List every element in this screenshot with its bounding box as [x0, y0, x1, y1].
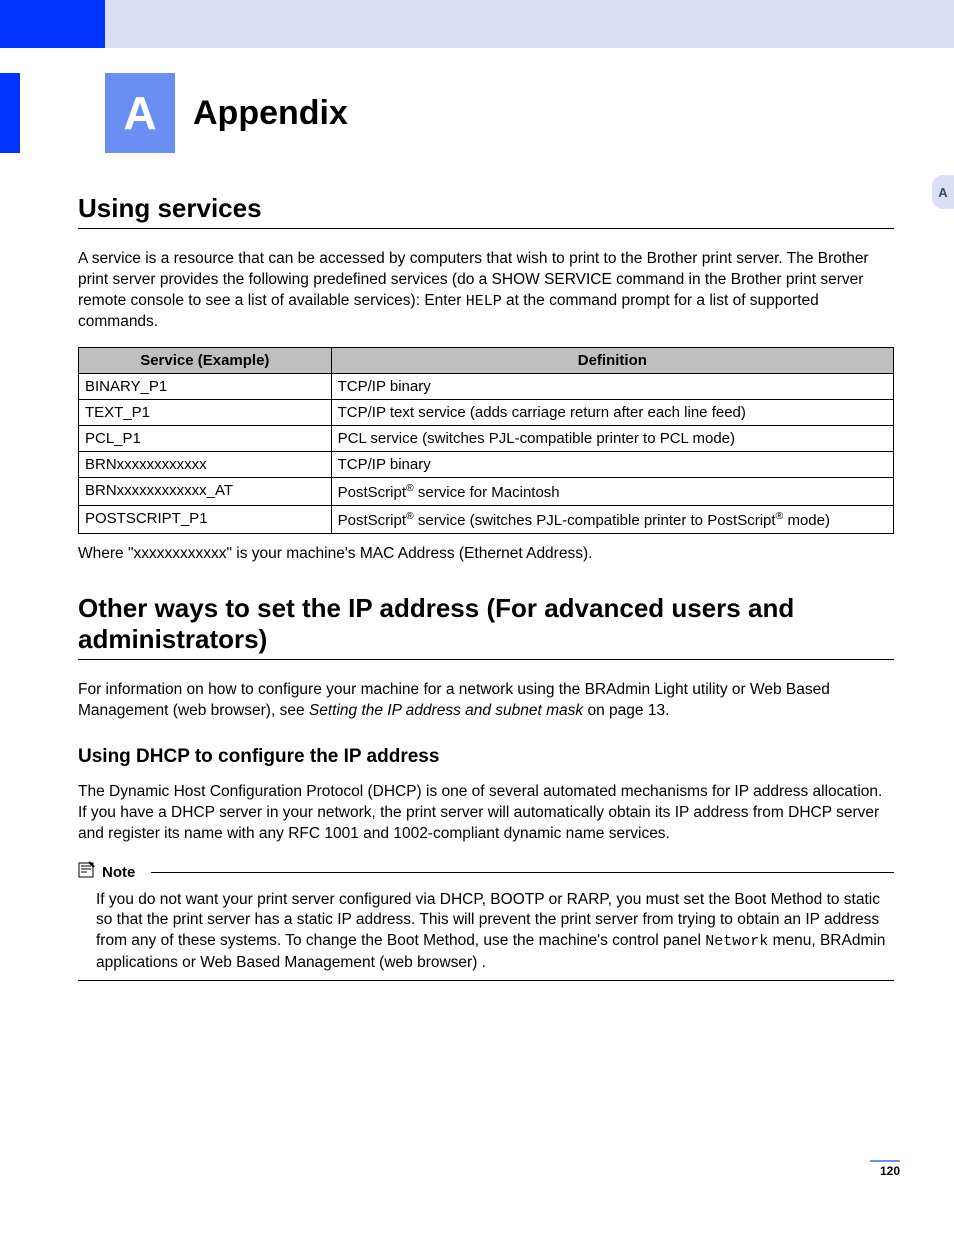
service-name-cell: POSTSCRIPT_P1: [79, 506, 332, 534]
table-row: TEXT_P1TCP/IP text service (adds carriag…: [79, 400, 894, 426]
services-table-body: BINARY_P1TCP/IP binaryTEXT_P1TCP/IP text…: [79, 374, 894, 534]
mac-address-footnote: Where "xxxxxxxxxxxx" is your machine's M…: [78, 544, 894, 565]
services-table: Service (Example) Definition BINARY_P1TC…: [78, 347, 894, 534]
note-icon: [78, 861, 96, 884]
services-intro-paragraph: A service is a resource that can be acce…: [78, 249, 894, 333]
service-definition-cell: TCP/IP text service (adds carriage retur…: [331, 400, 893, 426]
page-number: 120: [870, 1160, 900, 1178]
table-row: BRNxxxxxxxxxxxxTCP/IP binary: [79, 452, 894, 478]
top-lavender-block: [105, 0, 954, 48]
appendix-header: A Appendix: [0, 73, 954, 153]
table-row: BRNxxxxxxxxxxxx_ATPostScript® service fo…: [79, 478, 894, 506]
service-name-cell: TEXT_P1: [79, 400, 332, 426]
service-definition-cell: PostScript® service (switches PJL-compat…: [331, 506, 893, 534]
note-rule-line: [151, 872, 894, 873]
page-content: Using services A service is a resource t…: [0, 153, 954, 1011]
note-label: Note: [102, 864, 135, 881]
appendix-letter-box: A: [105, 73, 175, 153]
service-name-cell: BRNxxxxxxxxxxxx: [79, 452, 332, 478]
table-row: PCL_P1PCL service (switches PJL-compatib…: [79, 426, 894, 452]
note-block: Note If you do not want your print serve…: [78, 861, 894, 981]
dhcp-paragraph: The Dynamic Host Configuration Protocol …: [78, 782, 894, 845]
service-name-cell: BRNxxxxxxxxxxxx_AT: [79, 478, 332, 506]
table-row: BINARY_P1TCP/IP binary: [79, 374, 894, 400]
cross-reference-link[interactable]: Setting the IP address and subnet mask: [309, 702, 583, 719]
service-name-cell: PCL_P1: [79, 426, 332, 452]
top-color-band: [0, 0, 954, 48]
table-row: POSTSCRIPT_P1PostScript® service (switch…: [79, 506, 894, 534]
heading-using-dhcp: Using DHCP to configure the IP address: [78, 746, 894, 768]
heading-using-services: Using services: [78, 193, 894, 229]
service-name-cell: BINARY_P1: [79, 374, 332, 400]
inline-code-network: Network: [705, 933, 768, 950]
note-body: If you do not want your print server con…: [78, 884, 894, 981]
appendix-title: Appendix: [175, 73, 348, 153]
service-definition-cell: PCL service (switches PJL-compatible pri…: [331, 426, 893, 452]
heading-other-ways-ip: Other ways to set the IP address (For ad…: [78, 593, 894, 660]
text: on page 13.: [583, 702, 669, 719]
inline-code-help: HELP: [466, 293, 502, 310]
service-definition-cell: TCP/IP binary: [331, 452, 893, 478]
side-thumb-tab: A: [932, 175, 954, 209]
other-ways-paragraph: For information on how to configure your…: [78, 680, 894, 722]
service-definition-cell: PostScript® service for Macintosh: [331, 478, 893, 506]
top-blue-block: [0, 0, 105, 48]
table-header-service: Service (Example): [79, 348, 332, 374]
table-header-definition: Definition: [331, 348, 893, 374]
side-blue-strip: [0, 73, 20, 153]
service-definition-cell: TCP/IP binary: [331, 374, 893, 400]
